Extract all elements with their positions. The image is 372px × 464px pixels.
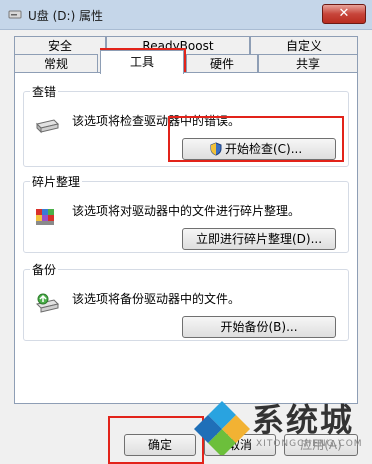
defrag-title: 碎片整理 [30,173,83,190]
site-watermark: 系统城 XITONGCHENG.COM [186,393,370,457]
tools-panel: 查错 该选项将检查驱动器中的错误。 开始检查(C)... 碎片整理 该选项将对驱… [14,72,358,404]
title-bar[interactable]: U盘 (D:) 属性 ✕ [0,0,372,30]
backup-description: 该选项将备份驱动器中的文件。 [72,292,241,306]
error-check-description: 该选项将检查驱动器中的错误。 [72,114,241,128]
error-check-title: 查错 [30,83,59,100]
backup-icon [36,293,59,313]
tab-tools[interactable]: 工具 [100,50,184,74]
tab-sharing[interactable]: 共享 [258,54,358,74]
defrag-group: 碎片整理 该选项将对驱动器中的文件进行碎片整理。 立即进行碎片整理(D)... [23,173,349,253]
disk-check-icon [36,119,59,134]
tab-security[interactable]: 安全 [14,36,106,56]
tab-customize[interactable]: 自定义 [250,36,358,56]
start-check-label: 开始检查(C)... [225,142,303,156]
close-button[interactable]: ✕ [322,4,366,24]
watermark-text: 系统城 [252,401,355,439]
window-title: U盘 (D:) 属性 [28,9,104,23]
start-backup-button[interactable]: 开始备份(B)... [182,316,336,338]
drive-icon [8,10,22,19]
backup-title: 备份 [30,261,59,278]
defrag-description: 该选项将对驱动器中的文件进行碎片整理。 [72,204,301,218]
watermark-logo-icon [194,401,250,455]
watermark-subtext: XITONGCHENG.COM [256,439,363,449]
defrag-icon [36,209,54,225]
tab-hardware[interactable]: 硬件 [186,54,258,74]
error-check-group: 查错 该选项将检查驱动器中的错误。 开始检查(C)... [23,83,349,167]
shield-icon [210,142,222,156]
tab-general[interactable]: 常规 [14,54,98,74]
start-check-button[interactable]: 开始检查(C)... [182,138,336,160]
backup-group: 备份 该选项将备份驱动器中的文件。 开始备份(B)... [23,261,349,341]
defrag-now-button[interactable]: 立即进行碎片整理(D)... [182,228,336,250]
